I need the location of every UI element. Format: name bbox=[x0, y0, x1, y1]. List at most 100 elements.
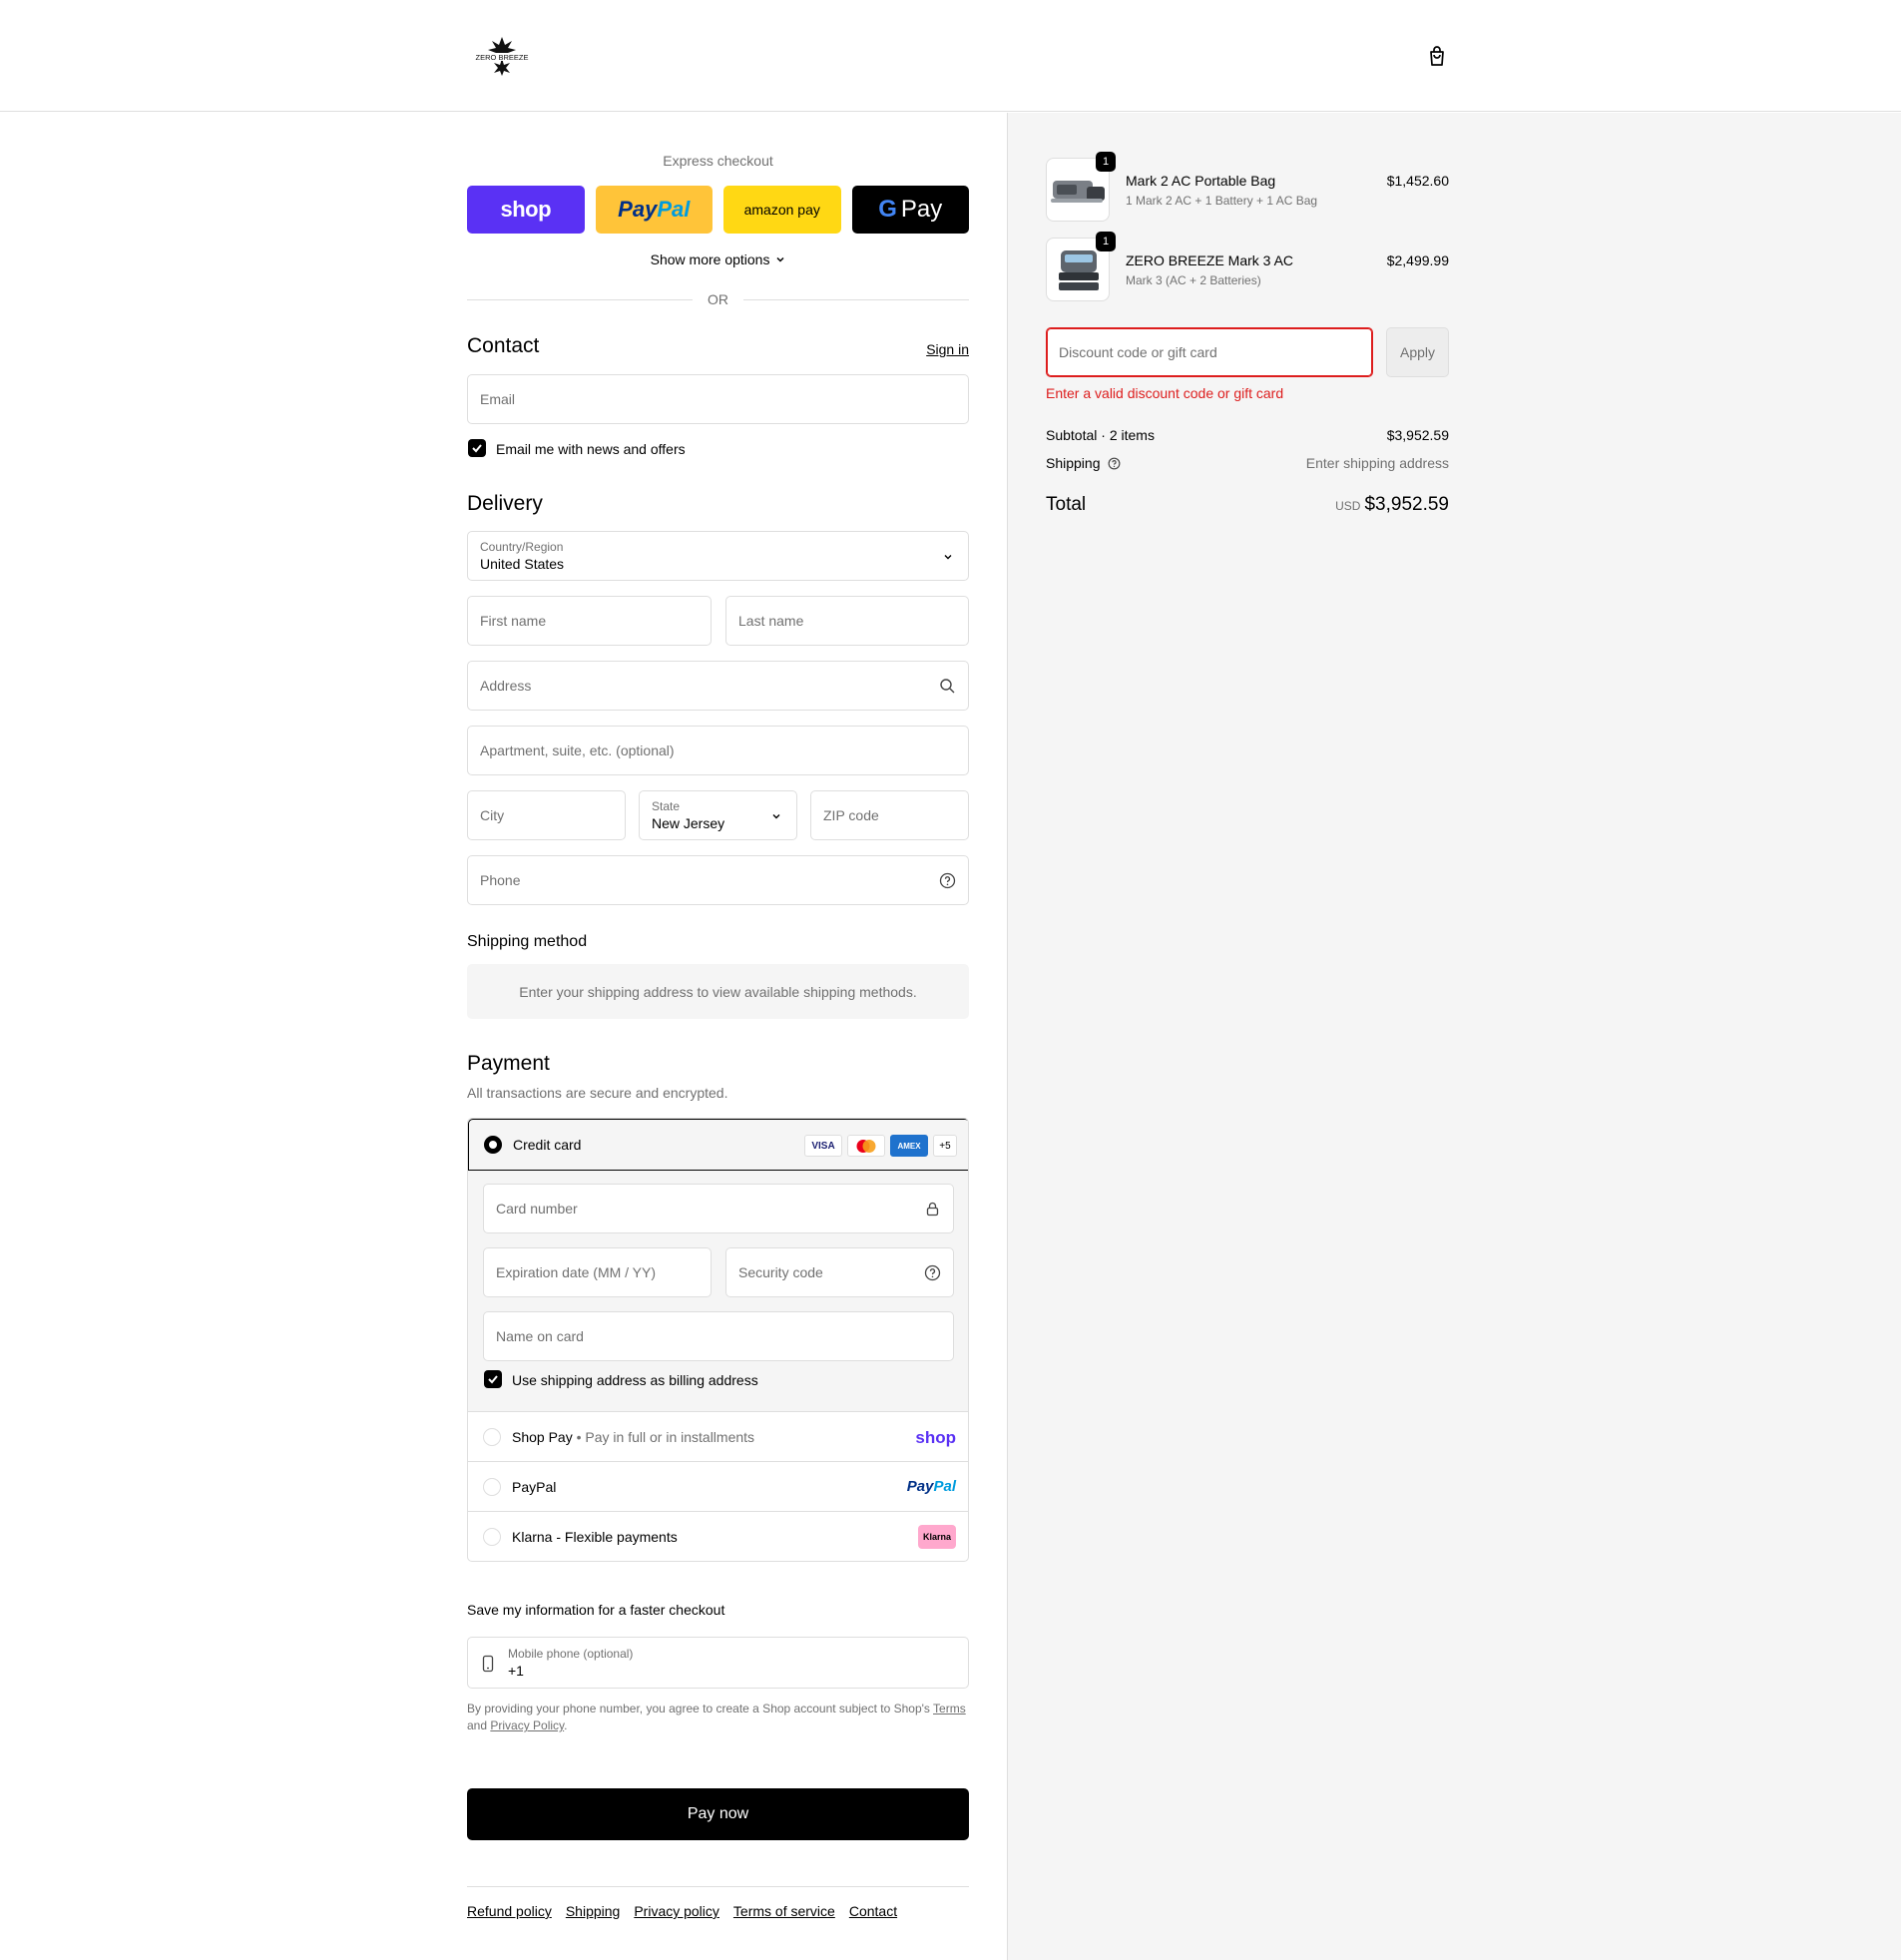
item-title: ZERO BREEZE Mark 3 AC bbox=[1126, 252, 1294, 268]
contact-heading: Contact bbox=[467, 334, 540, 357]
shop-pay-label: Shop Pay • Pay in full or in installment… bbox=[512, 1429, 755, 1445]
help-icon[interactable] bbox=[939, 872, 956, 889]
paypal-logo: PayPal bbox=[907, 1478, 956, 1495]
shop-pay-sub: Pay in full or in installments bbox=[585, 1429, 755, 1445]
show-more-options-button[interactable]: Show more options bbox=[467, 251, 969, 267]
expiration-field[interactable]: Expiration date (MM / YY) bbox=[483, 1247, 712, 1297]
apartment-placeholder: Apartment, suite, etc. (optional) bbox=[480, 742, 675, 758]
payment-heading: Payment bbox=[467, 1052, 550, 1075]
total-amount: USD $3,952.59 bbox=[1335, 494, 1449, 516]
klarna-option[interactable]: Klarna - Flexible payments Klarna bbox=[468, 1512, 968, 1561]
news-checkbox[interactable] bbox=[468, 439, 486, 457]
footer-divider bbox=[467, 1886, 969, 1887]
total-value: $3,952.59 bbox=[1364, 494, 1449, 515]
city-field[interactable]: City bbox=[467, 790, 626, 840]
first-name-field[interactable]: First name bbox=[467, 596, 712, 646]
phone-field[interactable]: Phone bbox=[467, 855, 969, 905]
mobile-phone-icon bbox=[482, 1655, 494, 1673]
shop-pay-radio[interactable] bbox=[483, 1428, 501, 1446]
expiration-placeholder: Expiration date (MM / YY) bbox=[496, 1264, 657, 1280]
country-value: United States bbox=[480, 556, 565, 572]
payment-methods: Credit card VISA AMEX +5 Card number Exp… bbox=[467, 1118, 969, 1562]
shop-pay-button[interactable]: shop bbox=[467, 186, 585, 234]
shopping-bag-icon[interactable] bbox=[1425, 44, 1449, 68]
card-number-placeholder: Card number bbox=[496, 1201, 578, 1217]
google-pay-button[interactable]: G Pay bbox=[851, 186, 969, 234]
country-select[interactable]: Country/Region United States bbox=[467, 531, 969, 581]
credit-card-radio[interactable] bbox=[484, 1136, 502, 1154]
google-g-icon: G bbox=[878, 196, 897, 223]
terms-suffix: . bbox=[564, 1718, 568, 1732]
item-price: $2,499.99 bbox=[1386, 252, 1449, 268]
state-label: State bbox=[652, 799, 681, 813]
amazon-pay-logo: amazon pay bbox=[743, 202, 820, 218]
email-field[interactable]: Email bbox=[467, 374, 969, 424]
help-icon[interactable] bbox=[1108, 457, 1121, 470]
visa-icon: VISA bbox=[804, 1135, 842, 1157]
mobile-phone-value: +1 bbox=[508, 1663, 524, 1679]
privacy-policy-footer-link[interactable]: Privacy policy bbox=[634, 1903, 719, 1919]
shipping-method-notice: Enter your shipping address to view avai… bbox=[467, 964, 969, 1019]
brand-logo[interactable]: ZERO BREEZE bbox=[466, 35, 538, 77]
shipping-method-heading: Shipping method bbox=[467, 933, 588, 950]
klarna-radio[interactable] bbox=[483, 1528, 501, 1546]
phone-placeholder: Phone bbox=[480, 872, 521, 888]
mobile-phone-field[interactable]: Mobile phone (optional) +1 bbox=[467, 1637, 969, 1689]
name-on-card-placeholder: Name on card bbox=[496, 1328, 584, 1344]
show-more-options-label: Show more options bbox=[650, 251, 770, 267]
discount-code-field[interactable]: Discount code or gift card bbox=[1046, 327, 1373, 377]
contact-link[interactable]: Contact bbox=[849, 1903, 897, 1919]
name-on-card-field[interactable]: Name on card bbox=[483, 1311, 954, 1361]
terms-prefix: By providing your phone number, you agre… bbox=[467, 1702, 934, 1715]
terms-of-service-link[interactable]: Terms of service bbox=[733, 1903, 835, 1919]
paypal-radio[interactable] bbox=[483, 1478, 501, 1496]
credit-card-option[interactable]: Credit card VISA AMEX +5 bbox=[468, 1119, 968, 1171]
shipping-value: Enter shipping address bbox=[1305, 455, 1449, 471]
zip-placeholder: ZIP code bbox=[823, 807, 879, 823]
amazon-pay-button[interactable]: amazon pay bbox=[723, 186, 841, 234]
chevron-down-icon bbox=[772, 814, 780, 819]
state-select[interactable]: State New Jersey bbox=[639, 790, 797, 840]
discount-placeholder: Discount code or gift card bbox=[1059, 344, 1217, 360]
security-code-placeholder: Security code bbox=[738, 1264, 823, 1280]
refund-policy-link[interactable]: Refund policy bbox=[467, 1903, 552, 1919]
billing-same-checkbox[interactable] bbox=[484, 1370, 502, 1388]
shop-pay-option[interactable]: Shop Pay • Pay in full or in installment… bbox=[468, 1412, 968, 1462]
search-icon bbox=[940, 679, 955, 694]
shop-pay-logo: shop bbox=[915, 1428, 956, 1447]
shop-terms-text: By providing your phone number, you agre… bbox=[467, 1701, 969, 1734]
help-icon[interactable] bbox=[924, 1264, 941, 1281]
pay-now-button[interactable]: Pay now bbox=[467, 1788, 969, 1840]
amex-icon: AMEX bbox=[890, 1135, 928, 1157]
zip-field[interactable]: ZIP code bbox=[810, 790, 969, 840]
credit-card-label: Credit card bbox=[513, 1137, 582, 1153]
total-row: Total USD $3,952.59 bbox=[1046, 494, 1449, 518]
paypal-logo-a: Pay bbox=[618, 197, 658, 222]
terms-link[interactable]: Terms bbox=[933, 1702, 966, 1715]
discount-error-message: Enter a valid discount code or gift card bbox=[1046, 385, 1284, 401]
subtotal-label: Subtotal · 2 items bbox=[1046, 427, 1155, 443]
card-number-field[interactable]: Card number bbox=[483, 1184, 954, 1233]
address-field[interactable]: Address bbox=[467, 661, 969, 711]
visa-label: VISA bbox=[811, 1140, 835, 1152]
apartment-field[interactable]: Apartment, suite, etc. (optional) bbox=[467, 726, 969, 775]
country-label: Country/Region bbox=[480, 540, 564, 554]
item-price: $1,452.60 bbox=[1386, 173, 1449, 189]
privacy-policy-link[interactable]: Privacy Policy bbox=[490, 1718, 564, 1732]
last-name-field[interactable]: Last name bbox=[725, 596, 969, 646]
or-label: OR bbox=[708, 291, 728, 307]
shipping-link[interactable]: Shipping bbox=[566, 1903, 621, 1919]
paypal-option[interactable]: PayPal PayPal bbox=[468, 1462, 968, 1512]
sign-in-link[interactable]: Sign in bbox=[926, 341, 969, 357]
mobile-phone-label: Mobile phone (optional) bbox=[508, 1647, 634, 1661]
footer-links: Refund policy Shipping Privacy policy Te… bbox=[467, 1903, 897, 1919]
page-header: ZERO BREEZE bbox=[0, 0, 1901, 112]
line-item: 1 Mark 2 AC Portable Bag 1 Mark 2 AC + 1… bbox=[1046, 152, 1449, 222]
quantity-badge: 1 bbox=[1096, 232, 1116, 251]
quantity-badge: 1 bbox=[1096, 152, 1116, 172]
apply-discount-button[interactable]: Apply bbox=[1386, 327, 1449, 377]
security-code-field[interactable]: Security code bbox=[725, 1247, 954, 1297]
express-checkout-title: Express checkout bbox=[663, 153, 773, 169]
paypal-button[interactable]: Pay Pal bbox=[595, 186, 713, 234]
save-info-heading: Save my information for a faster checkou… bbox=[467, 1602, 725, 1618]
